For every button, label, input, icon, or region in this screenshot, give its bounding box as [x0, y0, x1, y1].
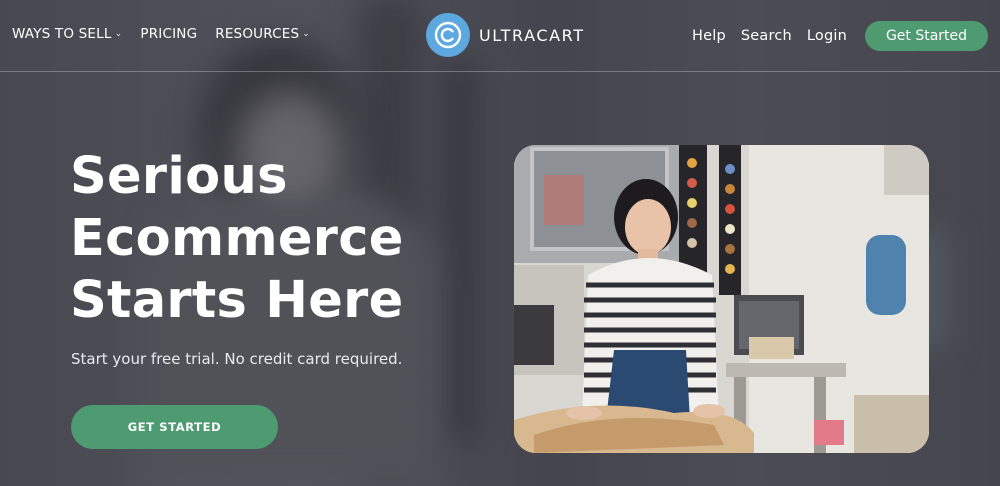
- nav-login[interactable]: Login: [807, 28, 847, 44]
- hero-subtext: Start your free trial. No credit card re…: [71, 350, 403, 368]
- brand-logo-link[interactable]: ULTRACART: [426, 13, 585, 57]
- get-started-hero-button[interactable]: GET STARTED: [71, 405, 278, 449]
- landing-page: WAYS TO SELL ⌄ PRICING RESOURCES ⌄ ULTRACA…: [0, 0, 1000, 486]
- top-nav: WAYS TO SELL ⌄ PRICING RESOURCES ⌄ ULTRACA…: [0, 0, 1000, 72]
- nav-left-group: WAYS TO SELL ⌄ PRICING RESOURCES ⌄: [12, 26, 310, 42]
- nav-resources-label: RESOURCES: [215, 26, 300, 42]
- nav-ways-to-sell-label: WAYS TO SELL: [12, 26, 112, 42]
- hero-headline-line-2: Ecommerce: [70, 209, 404, 268]
- hero-headline: Serious Ecommerce Starts Here: [70, 146, 404, 332]
- chevron-down-icon: ⌄: [302, 29, 311, 39]
- nav-search[interactable]: Search: [741, 28, 792, 44]
- nav-right-group: Help Search Login Get Started: [677, 21, 988, 51]
- nav-pricing-label: PRICING: [140, 26, 198, 42]
- nav-help[interactable]: Help: [692, 28, 726, 44]
- brand-name: ULTRACART: [479, 25, 585, 45]
- ultracart-logo-icon: [426, 13, 470, 57]
- hero-headline-line-3: Starts Here: [70, 271, 404, 330]
- chevron-down-icon: ⌄: [114, 29, 123, 39]
- nav-ways-to-sell[interactable]: WAYS TO SELL ⌄: [12, 26, 122, 42]
- get-started-nav-button[interactable]: Get Started: [865, 21, 988, 51]
- hero-photo: [514, 145, 929, 453]
- nav-pricing[interactable]: PRICING: [140, 26, 197, 42]
- hero-headline-line-1: Serious: [70, 147, 288, 206]
- nav-resources[interactable]: RESOURCES ⌄: [215, 26, 310, 42]
